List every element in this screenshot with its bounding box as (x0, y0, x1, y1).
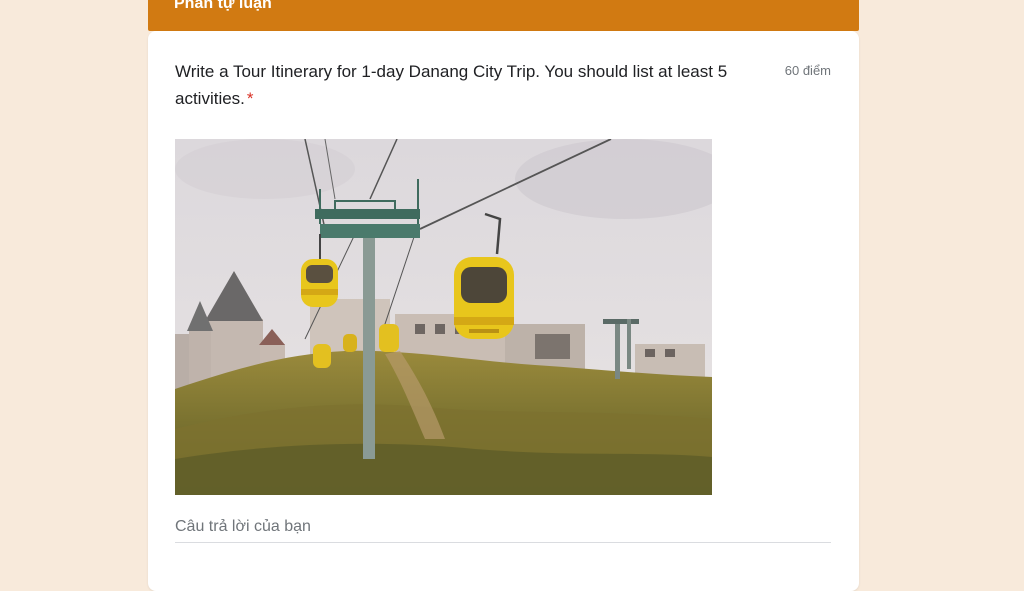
section-header: Phần tự luận (148, 0, 859, 31)
cable-car-photo (175, 139, 712, 495)
question-text: Write a Tour Itinerary for 1-day Danang … (175, 62, 728, 108)
section-title: Phần tự luận (174, 0, 272, 12)
required-asterisk: * (246, 89, 254, 108)
question-points: 60 điểm (784, 63, 831, 78)
question-card: Write a Tour Itinerary for 1-day Danang … (148, 31, 859, 591)
answer-underline (175, 542, 831, 543)
answer-input[interactable]: Câu trả lời của bạn (175, 518, 311, 536)
question-image (175, 139, 712, 495)
question-title: Write a Tour Itinerary for 1-day Danang … (175, 58, 765, 112)
